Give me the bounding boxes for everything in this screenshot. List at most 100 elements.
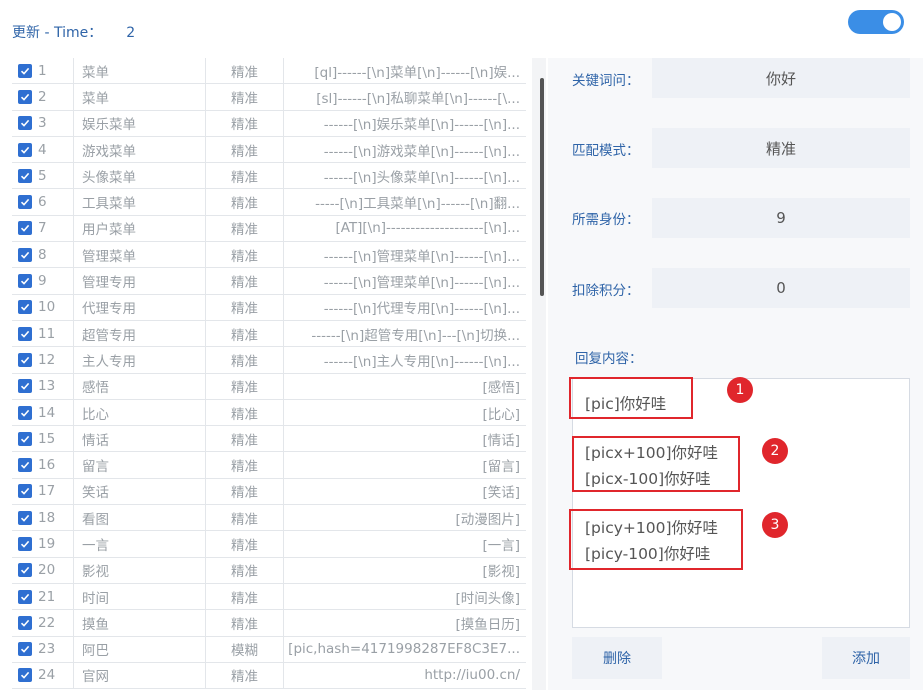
table-row[interactable]: 12 主人专用 精准 ------[\n]主人专用[\n]------[\n]... <box>12 347 526 374</box>
table-row[interactable]: 9 管理专用 精准 ------[\n]管理菜单[\n]------[\n]... <box>12 268 526 295</box>
keyword-cell: 官网 <box>74 662 206 689</box>
table-row[interactable]: 5 头像菜单 精准 ------[\n]头像菜单[\n]------[\n]... <box>12 163 526 190</box>
row-number: 8 <box>38 246 47 263</box>
table-row[interactable]: 17 笑话 精准 [笑话] <box>12 478 526 506</box>
delete-button[interactable]: 删除 <box>572 637 662 679</box>
deduct-points-field[interactable]: 0 <box>652 268 910 308</box>
row-select-cell: 13 <box>12 373 74 399</box>
reply-cell: [比心] <box>482 406 520 423</box>
keyword-cell: 情话 <box>74 426 206 452</box>
match-mode-cell: 精准 <box>206 531 284 557</box>
row-number: 14 <box>38 404 56 421</box>
checkbox[interactable] <box>18 615 32 630</box>
table-row[interactable]: 2 菜单 精准 [sl]------[\n]私聊菜单[\n]------[\... <box>12 84 526 111</box>
checkbox[interactable] <box>18 405 32 420</box>
table-row[interactable]: 3 娱乐菜单 精准 ------[\n]娱乐菜单[\n]------[\n]... <box>12 110 526 137</box>
checkbox[interactable] <box>18 668 32 683</box>
annotation-badge-3: 3 <box>762 512 788 538</box>
keyword-cell: 超管专用 <box>74 320 206 347</box>
add-button[interactable]: 添加 <box>822 637 910 679</box>
match-mode-select[interactable]: 精准 <box>652 128 910 168</box>
table-row[interactable]: 20 影视 精准 [影视] <box>12 557 526 584</box>
row-select-cell: 8 <box>12 242 74 268</box>
checkbox[interactable] <box>18 274 32 289</box>
row-select-cell: 20 <box>12 557 74 583</box>
reply-cell: [感悟] <box>482 380 520 397</box>
checkbox[interactable] <box>18 510 32 525</box>
table-row[interactable]: 18 看图 精准 [动漫图片] <box>12 505 526 532</box>
table-row[interactable]: 19 一言 精准 [一言] <box>12 531 526 558</box>
enable-toggle[interactable] <box>848 10 904 34</box>
checkbox[interactable] <box>18 458 32 473</box>
reply-cell: [摸鱼日历] <box>455 616 520 633</box>
table-row[interactable]: 23 阿巴 模糊 [pic,hash=4171998287EF8C3E7... <box>12 636 526 663</box>
rules-table: 1 菜单 精准 [ql]------[\n]菜单[\n]------[\n]娱... 2… <box>12 58 526 690</box>
reply-cell: [ql]------[\n]菜单[\n]------[\n]娱... <box>314 64 520 81</box>
match-mode-cell: 精准 <box>206 242 284 268</box>
checkbox[interactable] <box>18 536 32 551</box>
checkbox[interactable] <box>18 300 32 315</box>
checkbox[interactable] <box>18 326 32 341</box>
row-select-cell: 6 <box>12 189 74 215</box>
keyword-cell: 影视 <box>74 557 206 583</box>
keyword-cell: 游戏菜单 <box>74 136 206 163</box>
checkbox[interactable] <box>18 431 32 446</box>
row-select-cell: 5 <box>12 163 74 189</box>
checkbox[interactable] <box>18 484 32 499</box>
table-row[interactable]: 6 工具菜单 精准 -----[\n]工具菜单[\n]------[\n]翻... <box>12 189 526 216</box>
checkbox[interactable] <box>18 352 32 367</box>
table-row[interactable]: 14 比心 精准 [比心] <box>12 399 526 427</box>
checkbox[interactable] <box>18 379 32 394</box>
checkbox[interactable] <box>18 221 32 236</box>
checkbox[interactable] <box>18 89 32 104</box>
keyword-cell: 一言 <box>74 531 206 557</box>
table-row[interactable]: 4 游戏菜单 精准 ------[\n]游戏菜单[\n]------[\n]... <box>12 136 526 164</box>
table-row[interactable]: 10 代理专用 精准 ------[\n]代理专用[\n]------[\n]... <box>12 294 526 321</box>
table-row[interactable]: 15 情话 精准 [情话] <box>12 426 526 453</box>
table-row[interactable]: 8 管理菜单 精准 ------[\n]管理菜单[\n]------[\n]... <box>12 242 526 269</box>
table-row[interactable]: 16 留言 精准 [留言] <box>12 452 526 479</box>
checkbox[interactable] <box>18 168 32 183</box>
row-select-cell: 14 <box>12 399 74 426</box>
row-select-cell: 23 <box>12 636 74 662</box>
match-mode-cell: 精准 <box>206 110 284 136</box>
reply-cell: http://iu00.cn/ <box>424 667 520 684</box>
row-number: 11 <box>38 325 56 342</box>
table-row[interactable]: 22 摸鱼 精准 [摸鱼日历] <box>12 610 526 637</box>
table-row[interactable]: 13 感悟 精准 [感悟] <box>12 373 526 400</box>
checkbox[interactable] <box>18 247 32 262</box>
keyword-cell: 笑话 <box>74 478 206 505</box>
match-mode-cell: 精准 <box>206 84 284 110</box>
match-mode-cell: 精准 <box>206 399 284 426</box>
checkbox[interactable] <box>18 589 32 604</box>
checkbox[interactable] <box>18 195 32 210</box>
checkbox[interactable] <box>18 63 32 78</box>
match-mode-cell: 精准 <box>206 557 284 583</box>
checkbox[interactable] <box>18 563 32 578</box>
match-mode-cell: 精准 <box>206 320 284 347</box>
checkbox[interactable] <box>18 116 32 131</box>
required-role-field[interactable]: 9 <box>652 198 910 238</box>
keyword-cell: 阿巴 <box>74 636 206 662</box>
reply-cell: -----[\n]工具菜单[\n]------[\n]翻... <box>315 196 520 213</box>
table-row[interactable]: 11 超管专用 精准 ------[\n]超管专用[\n]---[\n]切换... <box>12 320 526 348</box>
keyword-field[interactable]: 你好 <box>652 58 910 98</box>
row-select-cell: 22 <box>12 610 74 636</box>
toggle-knob <box>883 13 901 31</box>
table-row[interactable]: 7 用户菜单 精准 [AT][\n]--------------------[\n].… <box>12 215 526 243</box>
row-select-cell: 7 <box>12 215 74 242</box>
keyword-cell: 娱乐菜单 <box>74 110 206 136</box>
keyword-cell: 头像菜单 <box>74 163 206 189</box>
row-select-cell: 18 <box>12 505 74 531</box>
checkbox[interactable] <box>18 642 32 657</box>
table-row[interactable]: 24 官网 精准 http://iu00.cn/ <box>12 662 526 690</box>
reply-cell: ------[\n]代理专用[\n]------[\n]... <box>323 301 520 318</box>
table-scrollbar-thumb[interactable] <box>540 78 544 296</box>
row-number: 16 <box>38 457 56 474</box>
keyword-cell: 菜单 <box>74 84 206 110</box>
row-number: 4 <box>38 141 47 158</box>
checkbox[interactable] <box>18 142 32 157</box>
table-row[interactable]: 21 时间 精准 [时间头像] <box>12 583 526 611</box>
deduct-points-label: 扣除积分： <box>572 283 640 299</box>
table-row[interactable]: 1 菜单 精准 [ql]------[\n]菜单[\n]------[\n]娱... <box>12 58 526 85</box>
